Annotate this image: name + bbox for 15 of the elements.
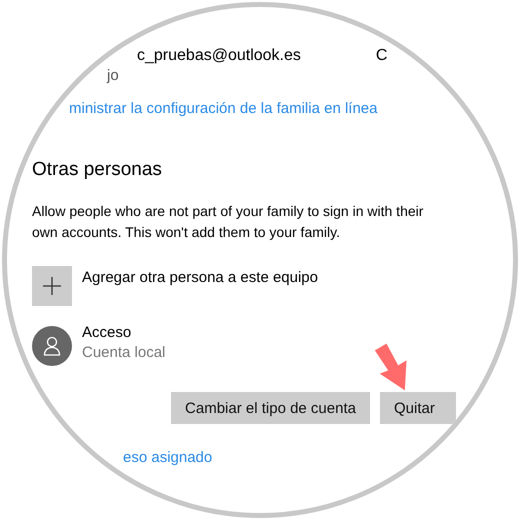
user-name: Acceso (82, 323, 132, 343)
assigned-access-link[interactable]: eso asignado (123, 449, 212, 466)
section-description: Allow people who are not part of your family to sign in with their own accounts. This won't add them to your family. (32, 202, 424, 242)
add-person-label[interactable]: Agregar otra persona a este equipo (82, 268, 318, 286)
plus-icon (42, 276, 62, 296)
change-account-type-button[interactable]: Cambiar el tipo de cuenta (171, 392, 370, 424)
add-person-button[interactable] (32, 266, 72, 306)
account-email: c_pruebas@outlook.es (137, 47, 301, 65)
section-heading: Otras personas (32, 159, 162, 181)
family-settings-link[interactable]: ministrar la configuración de la familia en línea (69, 100, 378, 117)
user-avatar (32, 326, 72, 366)
remove-button[interactable]: Quitar (380, 392, 456, 424)
account-role: jo (107, 67, 119, 84)
user-account-type: Cuenta local (82, 343, 166, 363)
account-column-text: C (376, 47, 388, 65)
